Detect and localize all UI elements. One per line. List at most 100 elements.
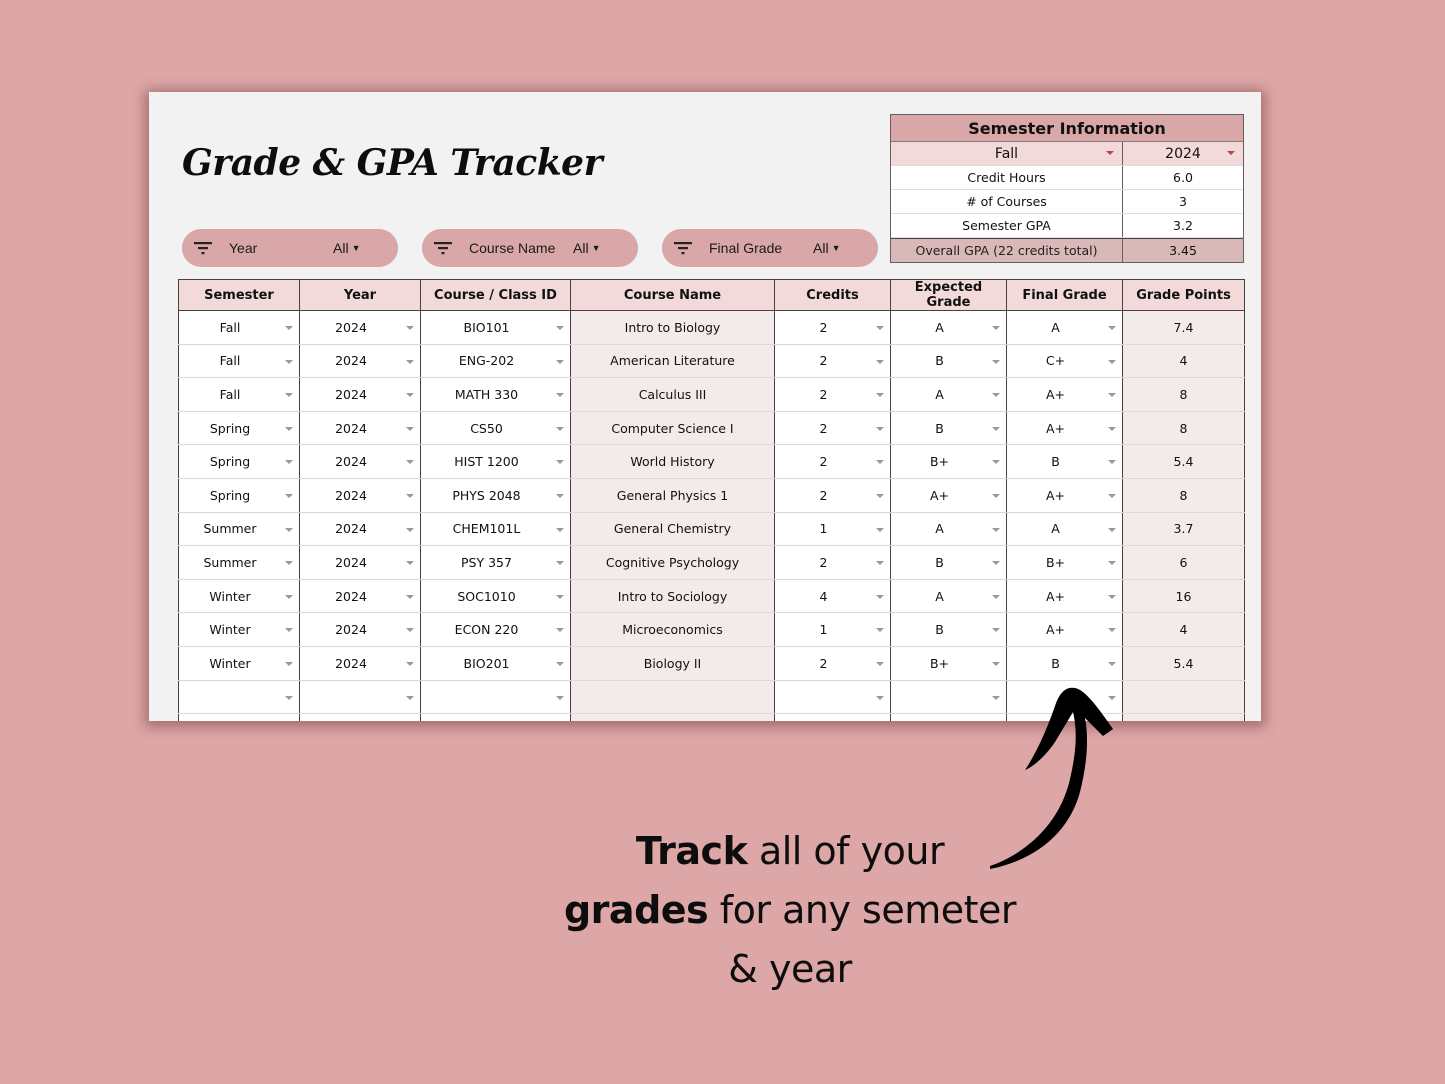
cell-year[interactable]: 2024	[299, 612, 421, 647]
column-header-expected-grade[interactable]: Expected Grade	[890, 279, 1007, 311]
dropdown-arrow-icon[interactable]	[992, 527, 1000, 532]
cell-course-name[interactable]: Intro to Sociology	[570, 579, 775, 614]
dropdown-arrow-icon[interactable]	[992, 426, 1000, 431]
semester-select[interactable]: Fall	[891, 142, 1123, 165]
dropdown-arrow-icon[interactable]	[1108, 426, 1116, 431]
cell-grade-points[interactable]	[1122, 680, 1245, 715]
cell-year[interactable]: 2024	[299, 478, 421, 513]
dropdown-arrow-icon[interactable]	[556, 661, 564, 666]
cell-credits[interactable]: 1	[774, 612, 891, 647]
dropdown-arrow-icon[interactable]	[1108, 527, 1116, 532]
cell-course-id[interactable]: HIST 1200	[420, 444, 571, 479]
cell-year[interactable]	[299, 680, 421, 715]
dropdown-arrow-icon[interactable]	[556, 695, 564, 700]
cell-semester[interactable]: Spring	[178, 444, 300, 479]
cell-course-name[interactable]: Intro to Biology	[570, 310, 775, 345]
dropdown-arrow-icon[interactable]	[556, 326, 564, 330]
dropdown-arrow-icon[interactable]	[556, 527, 564, 532]
dropdown-arrow-icon[interactable]	[556, 460, 564, 465]
cell-final-grade[interactable]: B	[1006, 646, 1123, 681]
cell-year[interactable]: 2024	[299, 579, 421, 614]
dropdown-arrow-icon[interactable]	[285, 594, 293, 599]
cell-final-grade[interactable]: A+	[1006, 612, 1123, 647]
dropdown-arrow-icon[interactable]	[876, 359, 884, 364]
dropdown-arrow-icon[interactable]	[406, 561, 414, 566]
cell-semester[interactable]: Fall	[178, 344, 300, 379]
dropdown-arrow-icon[interactable]	[1108, 594, 1116, 599]
cell-expected-grade[interactable]: A	[890, 377, 1007, 412]
column-header-final-grade[interactable]: Final Grade	[1006, 279, 1123, 311]
dropdown-arrow-icon[interactable]	[876, 695, 884, 700]
cell-grade-points[interactable]: 3.7	[1122, 512, 1245, 547]
cell-expected-grade[interactable]: A+	[890, 478, 1007, 513]
dropdown-arrow-icon[interactable]	[285, 527, 293, 532]
cell-course-name[interactable]: General Chemistry	[570, 512, 775, 547]
dropdown-arrow-icon[interactable]	[556, 628, 564, 633]
cell-year[interactable]: 2024	[299, 545, 421, 580]
dropdown-arrow-icon[interactable]	[876, 460, 884, 465]
cell-expected-grade[interactable]: A	[890, 512, 1007, 547]
dropdown-arrow-icon[interactable]	[406, 594, 414, 599]
dropdown-arrow-icon[interactable]	[285, 359, 293, 364]
dropdown-arrow-icon[interactable]	[556, 493, 564, 498]
cell-credits[interactable]: 2	[774, 646, 891, 681]
cell-grade-points[interactable]: 8	[1122, 478, 1245, 513]
dropdown-arrow-icon[interactable]	[406, 393, 414, 398]
cell-final-grade[interactable]: A	[1006, 310, 1123, 345]
cell-course-name[interactable]: World History	[570, 444, 775, 479]
cell-final-grade[interactable]: C+	[1006, 344, 1123, 379]
dropdown-arrow-icon[interactable]	[992, 326, 1000, 330]
dropdown-arrow-icon[interactable]	[285, 426, 293, 431]
dropdown-arrow-icon[interactable]	[1108, 359, 1116, 364]
cell-course-id[interactable]	[420, 713, 571, 721]
dropdown-arrow-icon[interactable]	[1108, 326, 1116, 330]
dropdown-arrow-icon[interactable]	[285, 561, 293, 566]
cell-year[interactable]: 2024	[299, 646, 421, 681]
cell-credits[interactable]: 4	[774, 579, 891, 614]
dropdown-arrow-icon[interactable]	[1108, 628, 1116, 633]
dropdown-arrow-icon[interactable]	[406, 493, 414, 498]
cell-final-grade[interactable]: A	[1006, 512, 1123, 547]
cell-expected-grade[interactable]: B+	[890, 646, 1007, 681]
cell-expected-grade[interactable]: A	[890, 579, 1007, 614]
dropdown-arrow-icon[interactable]	[876, 594, 884, 599]
cell-course-name[interactable]: Cognitive Psychology	[570, 545, 775, 580]
cell-year[interactable]: 2024	[299, 411, 421, 446]
column-header-course-id[interactable]: Course / Class ID	[420, 279, 571, 311]
cell-credits[interactable]: 1	[774, 512, 891, 547]
cell-semester[interactable]: Summer	[178, 545, 300, 580]
dropdown-arrow-icon[interactable]	[876, 493, 884, 498]
cell-credits[interactable]: 2	[774, 444, 891, 479]
cell-final-grade[interactable]: A+	[1006, 411, 1123, 446]
year-select[interactable]: 2024	[1123, 142, 1243, 165]
cell-grade-points[interactable]: 4	[1122, 612, 1245, 647]
dropdown-arrow-icon[interactable]	[285, 493, 293, 498]
cell-semester[interactable]: Summer	[178, 512, 300, 547]
cell-course-id[interactable]: BIO101	[420, 310, 571, 345]
cell-semester[interactable]: Spring	[178, 411, 300, 446]
cell-year[interactable]	[299, 713, 421, 721]
dropdown-arrow-icon[interactable]	[1108, 561, 1116, 566]
cell-year[interactable]: 2024	[299, 444, 421, 479]
dropdown-arrow-icon[interactable]	[992, 460, 1000, 465]
dropdown-arrow-icon[interactable]	[876, 326, 884, 330]
cell-year[interactable]: 2024	[299, 512, 421, 547]
dropdown-arrow-icon[interactable]	[992, 493, 1000, 498]
cell-expected-grade[interactable]: A	[890, 310, 1007, 345]
dropdown-arrow-icon[interactable]	[876, 527, 884, 532]
cell-credits[interactable]	[774, 713, 891, 721]
cell-course-id[interactable]: CHEM101L	[420, 512, 571, 547]
dropdown-arrow-icon[interactable]	[556, 426, 564, 431]
cell-credits[interactable]: 2	[774, 545, 891, 580]
cell-course-id[interactable]: PHYS 2048	[420, 478, 571, 513]
dropdown-arrow-icon[interactable]	[406, 695, 414, 700]
filter-value[interactable]: All ▼	[573, 240, 600, 256]
cell-final-grade[interactable]: B	[1006, 444, 1123, 479]
dropdown-arrow-icon[interactable]	[556, 561, 564, 566]
cell-course-id[interactable]: ENG-202	[420, 344, 571, 379]
cell-year[interactable]: 2024	[299, 310, 421, 345]
cell-expected-grade[interactable]: B+	[890, 444, 1007, 479]
dropdown-arrow-icon[interactable]	[406, 359, 414, 364]
dropdown-arrow-icon[interactable]	[992, 628, 1000, 633]
dropdown-arrow-icon[interactable]	[992, 561, 1000, 566]
